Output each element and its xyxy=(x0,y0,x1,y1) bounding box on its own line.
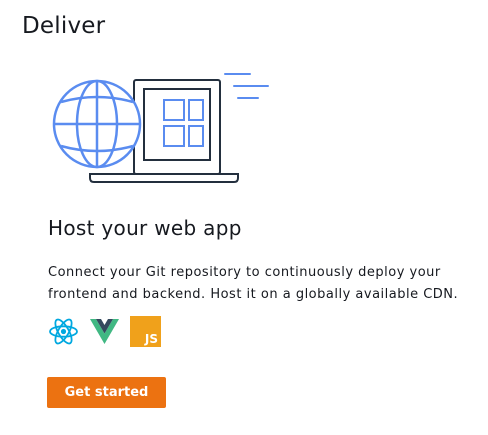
speed-lines-icon xyxy=(224,73,269,99)
get-started-button[interactable]: Get started xyxy=(47,377,166,408)
framework-icons: JS xyxy=(48,316,161,347)
section-title: Deliver xyxy=(22,13,106,39)
vue-icon xyxy=(89,316,120,347)
javascript-icon-label: JS xyxy=(144,332,158,346)
globe-laptop-illustration xyxy=(52,73,269,183)
javascript-icon: JS xyxy=(130,316,161,347)
globe-icon xyxy=(52,79,142,169)
card-description: Connect your Git repository to continuou… xyxy=(48,265,459,302)
react-icon xyxy=(48,316,79,347)
card-title: Host your web app xyxy=(48,216,242,240)
app-grid-icon xyxy=(163,99,204,147)
